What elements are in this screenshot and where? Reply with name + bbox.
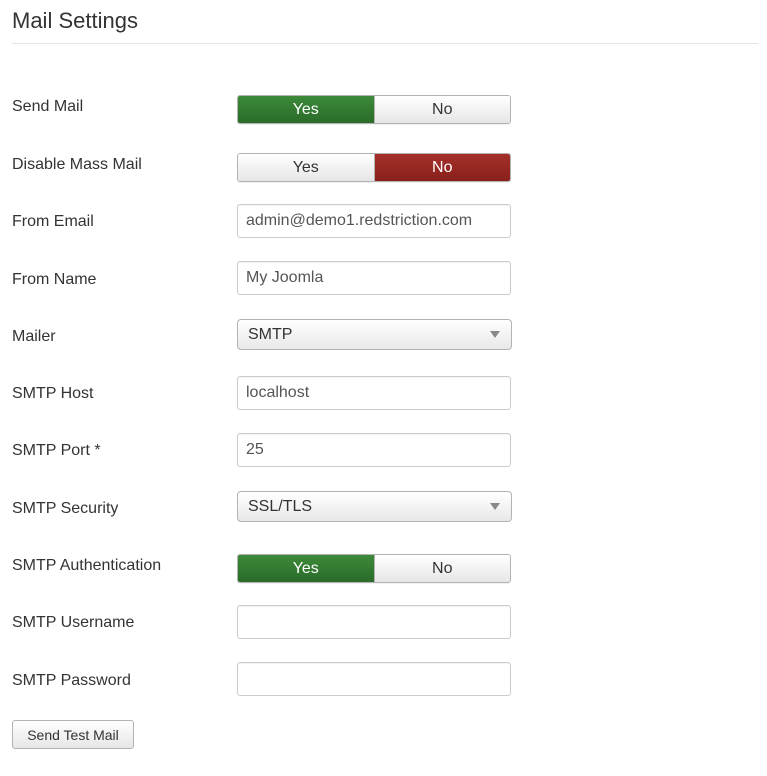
smtp-authentication-no-button[interactable]: No xyxy=(373,555,510,582)
disable-mass-mail-yes-button[interactable]: Yes xyxy=(238,154,374,181)
smtp-password-label: SMTP Password xyxy=(12,672,131,689)
smtp-security-select[interactable]: SSL/TLS xyxy=(237,491,512,522)
smtp-host-label: SMTP Host xyxy=(12,385,94,402)
from-name-label: From Name xyxy=(12,271,97,288)
chevron-down-icon xyxy=(490,331,500,338)
send-mail-yes-button[interactable]: Yes xyxy=(238,96,374,123)
send-mail-label: Send Mail xyxy=(12,98,84,115)
smtp-security-selected-value: SSL/TLS xyxy=(248,497,313,515)
chevron-down-icon xyxy=(490,503,500,510)
mailer-selected-value: SMTP xyxy=(248,325,293,343)
page-title: Mail Settings xyxy=(12,8,138,33)
smtp-password-input[interactable] xyxy=(237,662,511,696)
send-mail-toggle: Yes No xyxy=(237,95,511,124)
smtp-authentication-toggle: Yes No xyxy=(237,554,511,583)
smtp-host-input[interactable] xyxy=(237,376,511,410)
disable-mass-mail-no-button[interactable]: No xyxy=(373,154,510,181)
smtp-port-label: SMTP Port * xyxy=(12,442,101,459)
smtp-username-label: SMTP Username xyxy=(12,614,135,631)
disable-mass-mail-label: Disable Mass Mail xyxy=(12,156,142,173)
smtp-security-label: SMTP Security xyxy=(12,500,119,517)
send-mail-no-button[interactable]: No xyxy=(373,96,510,123)
disable-mass-mail-toggle: Yes No xyxy=(237,153,511,182)
from-name-input[interactable] xyxy=(237,261,511,295)
from-email-input[interactable] xyxy=(237,204,511,238)
title-divider xyxy=(12,43,758,44)
mailer-select[interactable]: SMTP xyxy=(237,319,512,350)
smtp-authentication-label: SMTP Authentication xyxy=(12,557,162,574)
send-test-mail-button[interactable]: Send Test Mail xyxy=(12,720,134,749)
smtp-username-input[interactable] xyxy=(237,605,511,639)
from-email-label: From Email xyxy=(12,213,94,230)
mailer-label: Mailer xyxy=(12,328,56,345)
smtp-authentication-yes-button[interactable]: Yes xyxy=(238,555,374,582)
smtp-port-input[interactable] xyxy=(237,433,511,467)
